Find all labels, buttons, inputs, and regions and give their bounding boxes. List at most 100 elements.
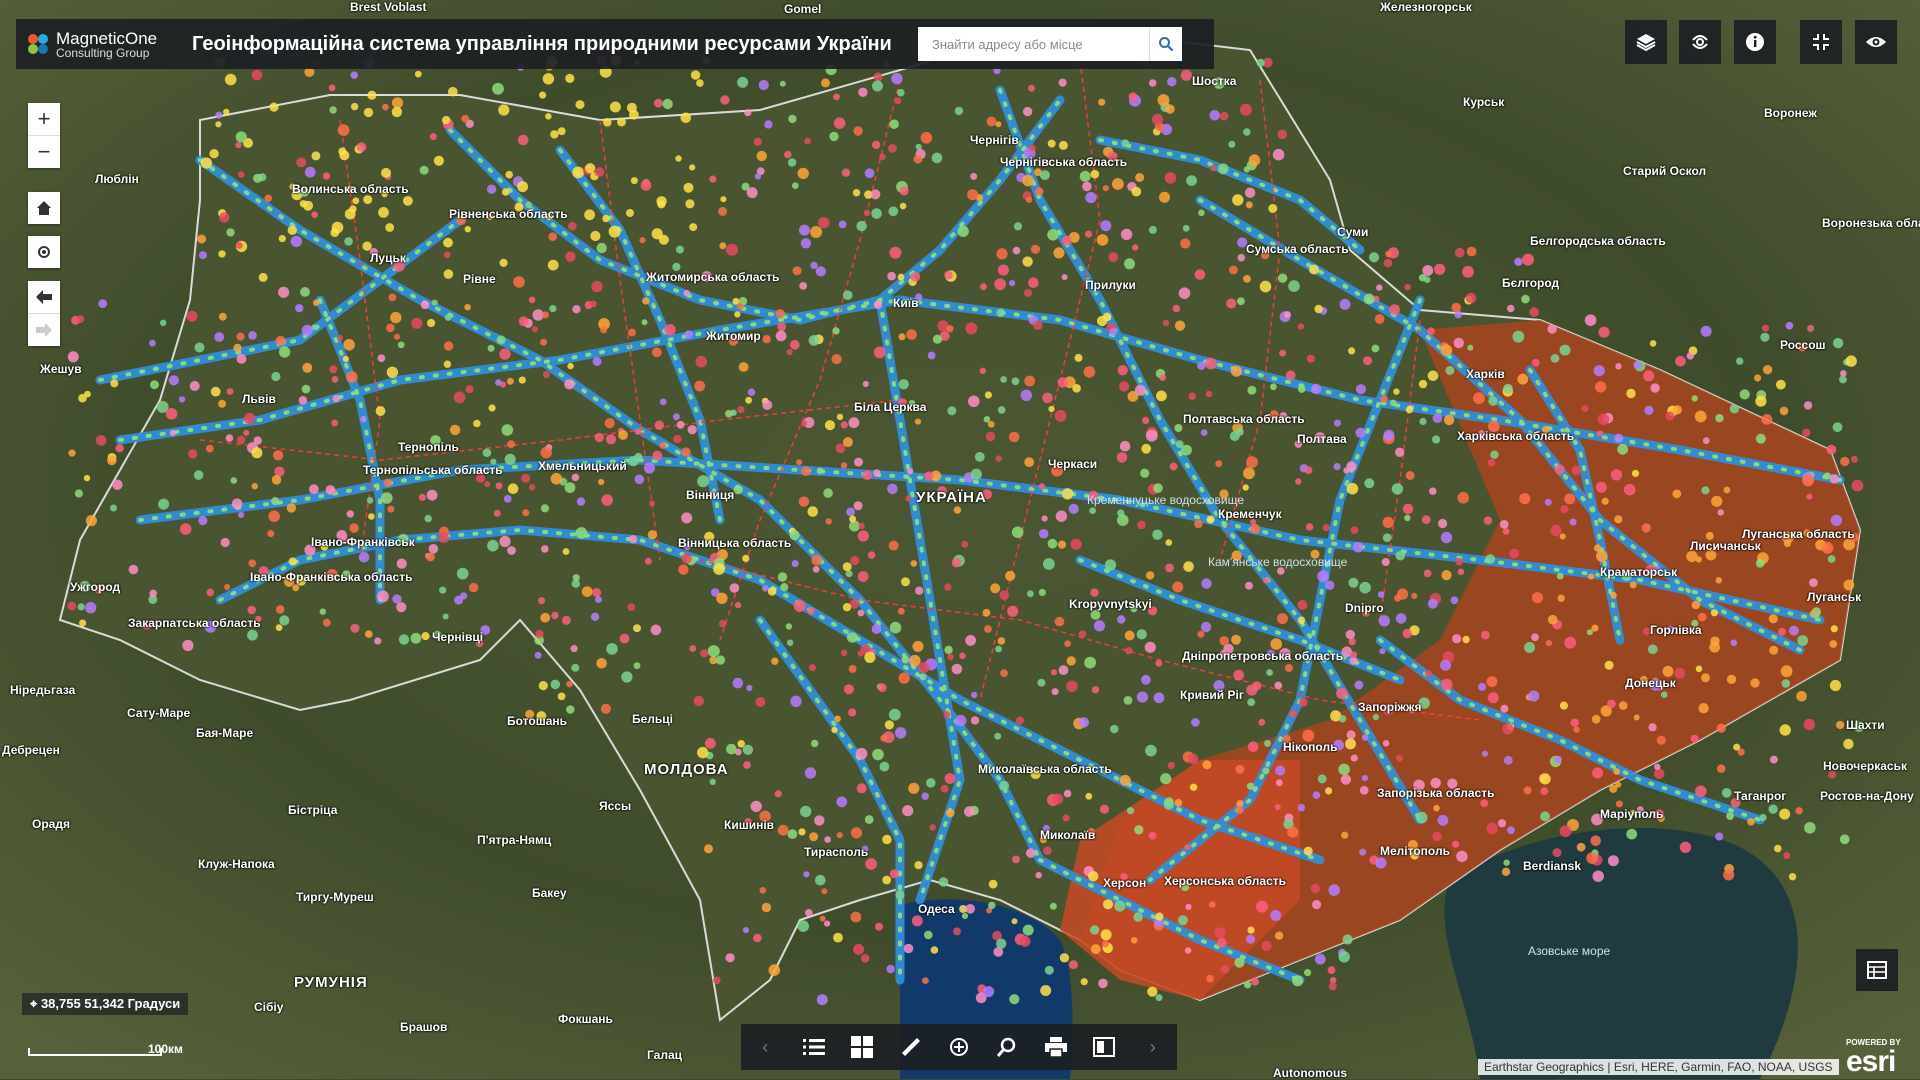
label-nikopol: Нікополь [1283,740,1338,754]
print-button[interactable] [1039,1030,1073,1064]
resource-point [464,304,471,311]
resource-point [1187,753,1199,765]
resource-point [304,166,316,178]
resource-point [877,683,887,692]
resource-point [236,332,245,341]
resource-point [999,590,1009,600]
resource-point [842,290,853,301]
label-ukraine: УКРАЇНА [916,489,987,506]
legend-list-button[interactable] [797,1030,831,1064]
resource-point [697,746,709,759]
resource-point [1157,94,1170,107]
resource-point [850,555,860,566]
resource-point [1209,110,1220,121]
resource-point [1440,531,1453,544]
resource-point [206,588,214,597]
measure-button[interactable] [894,1030,928,1064]
resource-point [1131,186,1142,197]
resource-point [856,220,867,232]
resource-point [1500,704,1509,713]
toolbar-next-button[interactable]: › [1136,1030,1170,1064]
resource-point [1038,483,1045,490]
resource-point [1648,723,1657,732]
resource-point [990,583,1001,594]
info-button[interactable] [1734,20,1776,64]
swipe-button[interactable] [1087,1030,1121,1064]
resource-point [1134,825,1144,835]
resource-point [798,224,810,236]
resource-point [1284,311,1291,319]
query-button[interactable] [990,1030,1024,1064]
forward-button[interactable] [28,313,60,346]
esri-logo[interactable]: POWERED BY esri [1846,1038,1901,1077]
resource-point [1617,443,1629,455]
resource-point [328,84,336,92]
resource-point [1019,935,1031,947]
company-logo[interactable]: MagneticOne Consulting Group [26,30,176,59]
resource-point [236,354,247,364]
locate-button[interactable] [28,236,60,268]
resource-point [1497,819,1507,828]
resource-point [264,194,273,203]
resource-point [1188,392,1196,401]
label-rivne: Рівне [463,272,496,286]
table-button[interactable] [1856,949,1898,991]
resource-point [988,879,998,889]
toolbar-prev-button[interactable]: ‹ [748,1030,782,1064]
resource-point [1237,253,1246,262]
zoom-out-button[interactable]: − [28,135,60,168]
resource-point [1174,320,1186,331]
resource-point [634,428,641,435]
resource-point [84,390,91,398]
search-button[interactable] [1149,27,1182,61]
resource-point [325,485,336,495]
label-dnipro-obl: Дніпропетровська область [1182,649,1344,663]
resource-point [448,86,458,97]
resource-point [200,157,212,169]
resource-point [179,523,192,535]
fullscreen-button[interactable] [1800,20,1842,64]
resource-point [456,567,469,580]
basemap-button[interactable] [1679,20,1721,64]
resource-point [1272,148,1285,161]
map-canvas[interactable] [0,0,1920,1079]
resource-point [1034,187,1044,196]
resource-point [1382,516,1394,529]
home-button[interactable] [28,192,60,224]
resource-point [729,583,740,593]
resource-point [918,662,930,674]
resource-point [561,615,571,625]
resource-point [1197,630,1205,638]
draw-button[interactable] [942,1030,976,1064]
resource-point [1205,390,1213,398]
label-belgorod-obl: Белгородська область [1530,234,1666,248]
resource-point [225,434,234,442]
resource-point [1135,173,1145,182]
resource-point [634,474,645,485]
back-button[interactable] [28,281,60,313]
visibility-button[interactable] [1855,20,1897,64]
resource-point [805,909,813,917]
resource-point [1183,561,1194,572]
gallery-button[interactable] [845,1030,879,1064]
resource-point [1596,550,1608,562]
resource-point [1851,479,1864,492]
resource-point [363,107,374,118]
zoom-in-button[interactable]: + [28,103,60,135]
resource-point [1545,640,1552,647]
resource-point [980,283,987,291]
resource-point [1514,257,1523,266]
resource-point [1148,79,1157,87]
resource-point [662,98,673,110]
resource-point [856,783,867,794]
resource-point [230,477,238,484]
resource-point [331,419,339,427]
layers-button[interactable] [1625,20,1667,64]
resource-point [906,329,917,340]
resource-point [898,672,910,684]
map-attribution[interactable]: Earthstar Geographics | Esri, HERE, Garm… [1478,1059,1839,1075]
resource-point [322,172,331,180]
search-input[interactable] [918,28,1150,60]
resource-point [1009,280,1016,287]
coordinate-readout[interactable]: ⌖ 38,755 51,342 Градуси [22,993,189,1015]
